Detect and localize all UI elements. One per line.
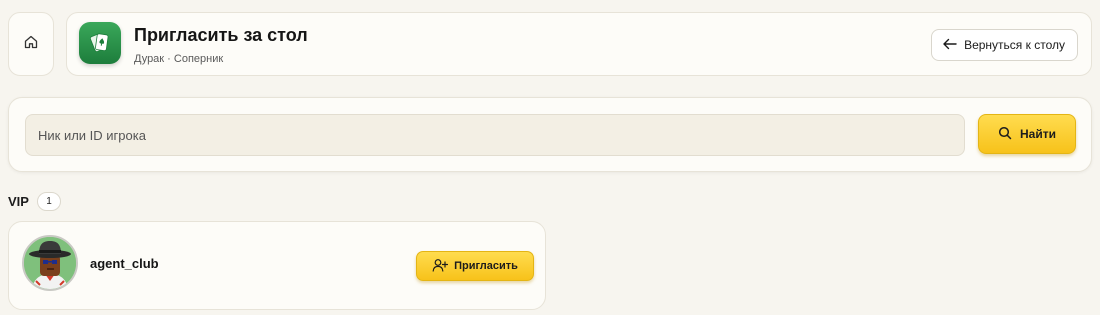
avatar <box>22 235 78 291</box>
search-icon <box>998 126 1012 143</box>
back-to-table-button[interactable]: Вернуться к столу <box>931 29 1078 61</box>
cards-icon <box>79 22 121 64</box>
arrow-left-icon <box>942 38 958 53</box>
invite-button-label: Пригласить <box>454 260 518 272</box>
player-name: agent_club <box>90 256 159 271</box>
user-plus-icon <box>432 258 449 275</box>
search-button[interactable]: Найти <box>978 114 1076 154</box>
home-icon <box>23 34 39 55</box>
home-button[interactable] <box>8 12 54 76</box>
search-button-label: Найти <box>1020 127 1056 141</box>
back-button-label: Вернуться к столу <box>964 38 1065 52</box>
section-title-vip: VIP <box>8 194 29 209</box>
header-bar: Пригласить за стол Дурак · Соперник Верн… <box>66 12 1092 76</box>
search-panel: Найти <box>8 97 1092 172</box>
invite-button[interactable]: Пригласить <box>416 251 534 281</box>
player-card: agent_club Пригласить <box>8 221 546 310</box>
count-badge: 1 <box>37 192 61 211</box>
search-input[interactable] <box>25 114 965 156</box>
page-title: Пригласить за стол <box>134 25 308 45</box>
page-subtitle: Дурак · Соперник <box>134 53 224 65</box>
